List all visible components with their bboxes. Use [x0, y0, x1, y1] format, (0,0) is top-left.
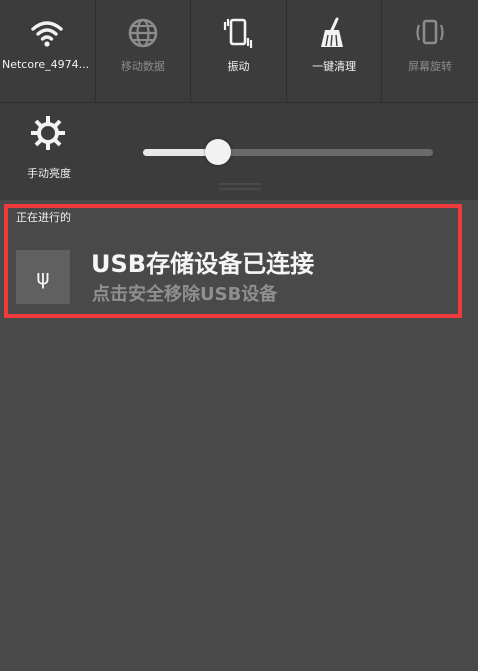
brightness-gear-icon[interactable] [30, 115, 66, 151]
brightness-slider[interactable] [143, 139, 433, 165]
vibrate-icon [224, 18, 253, 48]
toggle-vibrate[interactable]: 振动 [191, 0, 287, 103]
notification-title: USB存储设备已连接 [91, 250, 315, 278]
usb-icon: ψ [16, 250, 70, 304]
toggle-mobile-data[interactable]: 移动数据 [95, 0, 192, 103]
brightness-slider-thumb[interactable] [205, 139, 232, 165]
toggle-one-key-clean-label: 一键清理 [312, 60, 357, 73]
rotate-icon [416, 19, 444, 45]
toggle-screen-rotation[interactable]: 屏幕旋转 [382, 0, 478, 103]
toggle-screen-rotation-label: 屏幕旋转 [408, 60, 453, 73]
toggle-mobile-data-label: 移动数据 [120, 60, 165, 73]
notification-shade: Netcore_4974... 移动数据 振动 一键清理 屏幕旋转 手动亮度 正… [0, 0, 478, 671]
toggle-vibrate-label: 振动 [227, 60, 250, 73]
toggle-one-key-clean[interactable]: 一键清理 [286, 0, 383, 103]
toggle-wifi[interactable]: Netcore_4974... [0, 0, 96, 103]
quick-toggles-row: Netcore_4974... 移动数据 振动 一键清理 屏幕旋转 [0, 0, 478, 103]
toggle-wifi-label: Netcore_4974... [2, 58, 90, 71]
drag-handle-line[interactable] [219, 188, 261, 190]
drag-handle-line[interactable] [219, 183, 261, 185]
brightness-mode-label: 手动亮度 [27, 167, 71, 180]
wifi-icon [31, 21, 63, 47]
notification-subtitle: 点击安全移除USB设备 [92, 284, 278, 305]
globe-icon [128, 18, 158, 48]
usb-notification[interactable]: ψ USB存储设备已连接 点击安全移除USB设备 [0, 232, 478, 314]
quick-settings-panel: Netcore_4974... 移动数据 振动 一键清理 屏幕旋转 手动亮度 [0, 0, 478, 200]
broom-icon [321, 17, 344, 47]
